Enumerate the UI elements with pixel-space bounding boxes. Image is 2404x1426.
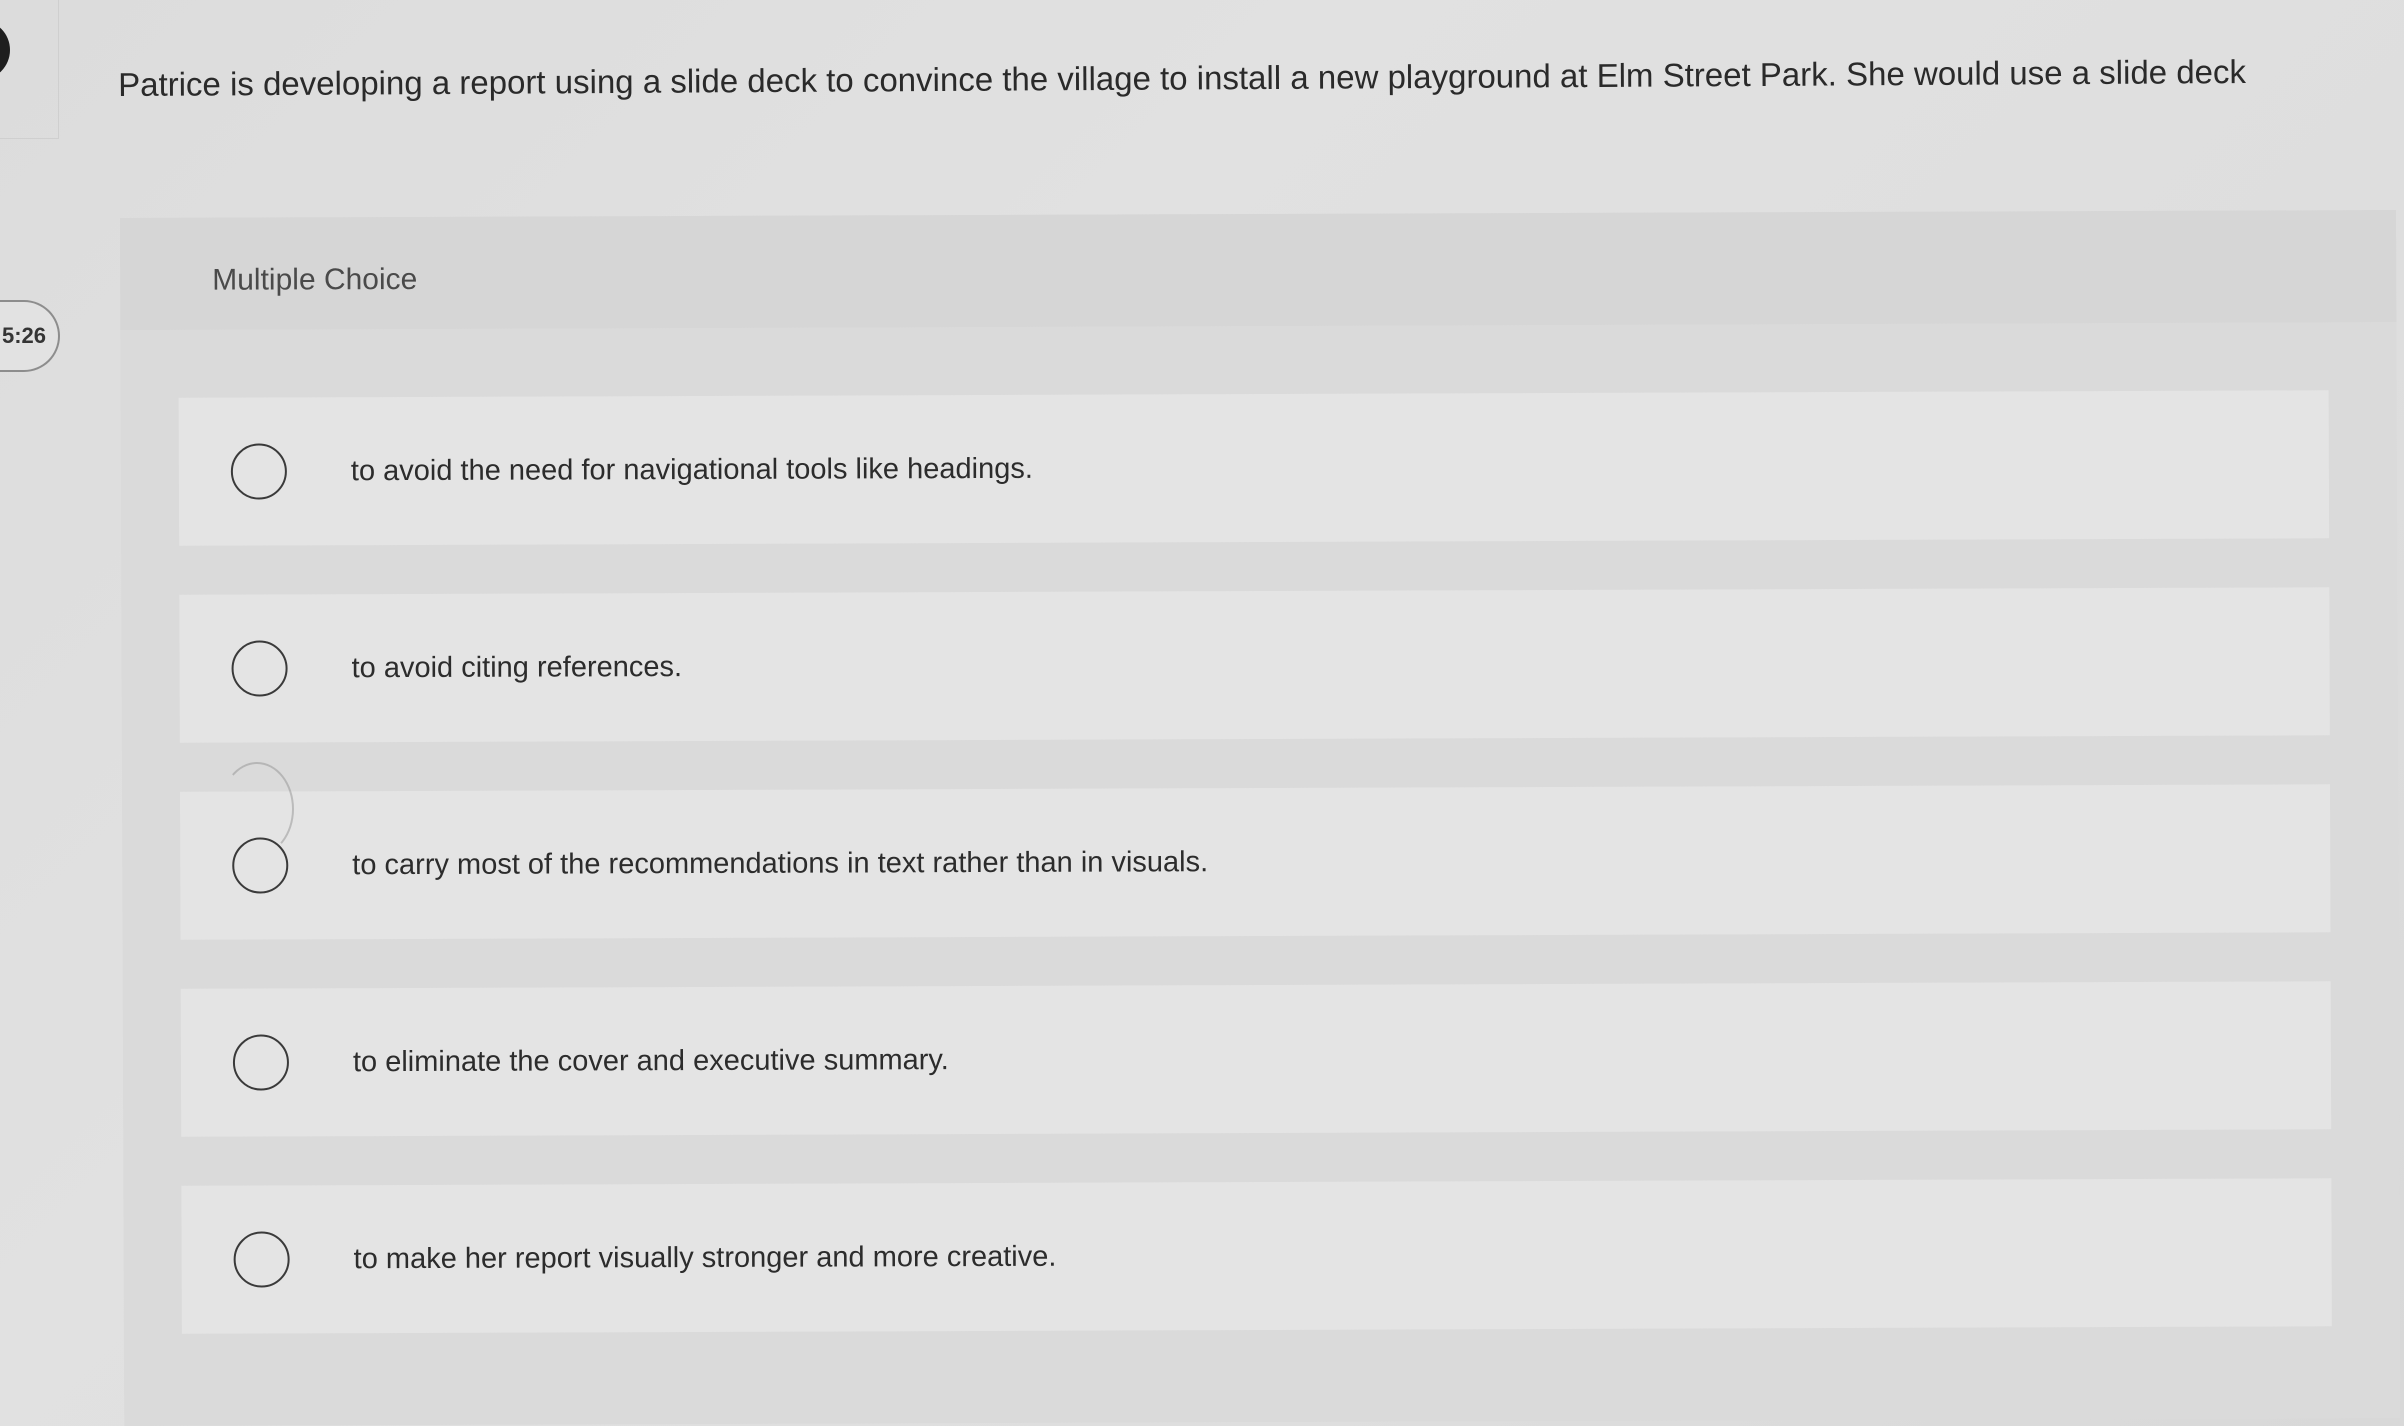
answer-option-label: to make her report visually stronger and… <box>353 1240 1057 1275</box>
pencil-mark <box>220 762 294 856</box>
timer-badge: 5:26 <box>0 300 60 372</box>
answer-option-label: to carry most of the recommendations in … <box>352 845 1209 881</box>
answer-option-label: to avoid citing references. <box>351 650 683 684</box>
answer-option-label: to eliminate the cover and executive sum… <box>352 1043 949 1078</box>
radio-button[interactable] <box>232 1034 290 1091</box>
answer-option-4[interactable]: to eliminate the cover and executive sum… <box>180 981 2332 1137</box>
question-prompt: Patrice is developing a report using a s… <box>118 53 2247 103</box>
answer-option-3[interactable]: to carry most of the recommendations in … <box>180 784 2331 940</box>
answer-option-2[interactable]: to avoid citing references. <box>179 587 2330 743</box>
question-type-label: Multiple Choice <box>212 262 418 297</box>
left-rail <box>0 0 59 139</box>
radio-button[interactable] <box>230 443 287 500</box>
radio-button[interactable] <box>233 1231 290 1288</box>
timer-text: 5:26 <box>1 323 46 348</box>
answer-option-1[interactable]: to avoid the need for navigational tools… <box>178 390 2330 546</box>
answer-option-label: to avoid the need for navigational tools… <box>350 452 1033 487</box>
radio-button[interactable] <box>231 640 288 697</box>
answer-option-5[interactable]: to make her report visually stronger and… <box>181 1178 2332 1334</box>
panel-header: Multiple Choice <box>120 210 2397 330</box>
question-panel: Multiple Choice to avoid the need for na… <box>120 210 2401 1426</box>
